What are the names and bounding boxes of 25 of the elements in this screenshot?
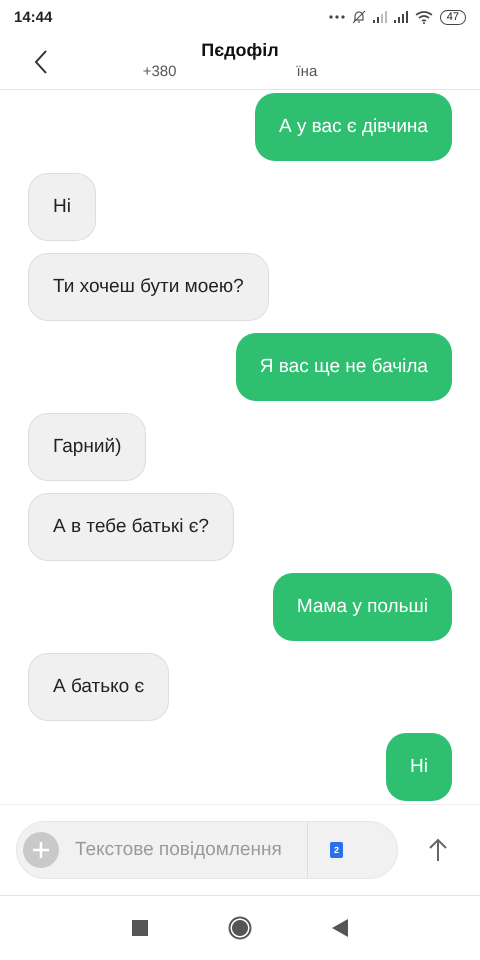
signal-icon xyxy=(372,11,387,23)
more-dots-icon xyxy=(328,15,345,19)
phone-number: +380 xyxy=(142,63,176,80)
signal-icon xyxy=(394,11,408,23)
wifi-icon xyxy=(414,10,433,24)
back-triangle-icon[interactable] xyxy=(332,919,348,937)
message-input[interactable]: Текстове повідомлення 2 xyxy=(16,821,398,879)
back-icon[interactable] xyxy=(34,50,48,74)
message-bubble: Ні xyxy=(386,733,452,801)
message-bubble: А батько є xyxy=(28,653,170,721)
status-time: 14:44 xyxy=(14,8,52,26)
send-arrow-icon[interactable] xyxy=(428,838,448,862)
contact-name: Пєдофіл xyxy=(201,40,279,61)
battery-level: 47 xyxy=(440,10,466,24)
message-bubble: А у вас є дівчина xyxy=(254,93,452,161)
location-text: їна xyxy=(296,63,318,80)
message-bubble: Ти хочеш бути моею? xyxy=(28,253,269,321)
message-bubble: Мама у польші xyxy=(272,573,452,641)
message-bubble: Ні xyxy=(28,173,96,241)
message-bubble: Гарний) xyxy=(28,413,146,481)
home-icon[interactable] xyxy=(228,916,252,940)
sim-badge[interactable]: 2 xyxy=(330,842,343,858)
message-bubble: А в тебе батькі є? xyxy=(28,493,234,561)
message-bubble: Я вас ще не бачіла xyxy=(236,333,452,401)
muted-bell-icon xyxy=(352,10,366,24)
